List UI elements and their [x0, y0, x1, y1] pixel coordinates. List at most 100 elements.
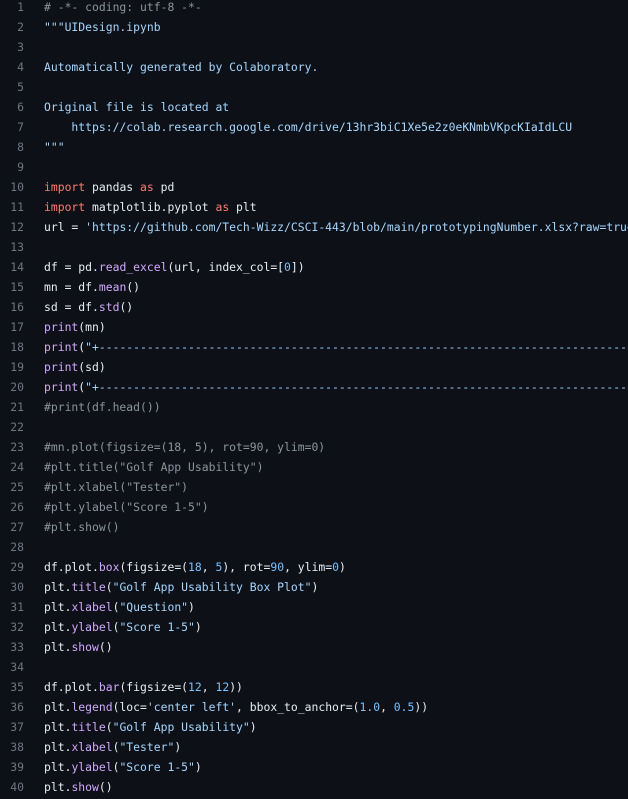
code-content: plt.title("Golf App Usability")	[24, 717, 257, 737]
code-line: 40 plt.show()	[0, 777, 628, 797]
line-number: 35	[10, 680, 24, 694]
code-token: title	[71, 580, 106, 594]
code-token: Automatically generated by Colaboratory.	[44, 60, 319, 74]
code-token: print	[44, 360, 79, 374]
code-token: print	[44, 320, 79, 334]
code-line: 23 #mn.plot(figsize=(18, 5), rot=90, ylim…	[0, 437, 628, 457]
code-token: xlabel	[71, 740, 113, 754]
code-token: show	[71, 640, 99, 654]
code-line: 24 #plt.title("Golf App Usability")	[0, 457, 628, 477]
code-content: print("+--------------------------------…	[24, 377, 628, 397]
code-token: (url, index_col=[	[167, 260, 285, 274]
code-line: 3	[0, 37, 628, 57]
code-content	[24, 157, 44, 177]
code-line: 22	[0, 417, 628, 437]
code-token: 90	[270, 560, 285, 574]
code-token: mean	[98, 280, 127, 294]
code-token: sd = df.	[44, 300, 99, 314]
code-line: 13	[0, 237, 628, 257]
code-token: (sd)	[78, 360, 106, 374]
code-line: 39 plt.ylabel("Score 1-5")	[0, 757, 628, 777]
code-token: (mn)	[78, 320, 106, 334]
code-token: plt.	[44, 580, 72, 594]
code-line: 33 plt.show()	[0, 637, 628, 657]
code-content: plt.xlabel("Tester")	[24, 737, 181, 757]
line-number: 9	[17, 160, 24, 174]
code-token: )	[174, 740, 182, 754]
code-line: 7 https://colab.research.google.com/driv…	[0, 117, 628, 137]
code-content	[24, 37, 44, 57]
line-number: 16	[10, 300, 24, 314]
code-content: plt.show()	[24, 777, 113, 797]
code-line: 36 plt.legend(loc='center left', bbox_to_…	[0, 697, 628, 717]
line-number: 25	[10, 480, 24, 494]
code-line: 34	[0, 657, 628, 677]
code-token: (	[105, 720, 113, 734]
code-token: "Question"	[119, 600, 189, 614]
code-token: plt	[229, 200, 257, 214]
code-content: sd = df.std()	[24, 297, 133, 317]
code-content	[24, 237, 44, 257]
code-line: 15 mn = df.mean()	[0, 277, 628, 297]
code-token: #plt.title("Golf App Usability")	[44, 460, 264, 474]
code-token: 0	[332, 560, 339, 574]
code-token: Original file is located at	[44, 100, 230, 114]
code-line: 16 sd = df.std()	[0, 297, 628, 317]
code-token: title	[71, 720, 106, 734]
code-line: 29 df.plot.box(figsize=(18, 5), rot=90, y…	[0, 557, 628, 577]
code-token: plt.	[44, 740, 72, 754]
code-token: ))	[414, 700, 429, 714]
code-token: 12	[215, 680, 230, 694]
line-number: 33	[10, 640, 24, 654]
code-token: """	[44, 140, 65, 154]
code-content: url = 'https://github.com/Tech-Wizz/CSCI…	[24, 217, 628, 237]
code-content: #mn.plot(figsize=(18, 5), rot=90, ylim=0…	[24, 437, 325, 457]
code-token: 'https://github.com/Tech-Wizz/CSCI-443/b…	[85, 220, 628, 234]
code-token: ()	[98, 780, 113, 794]
code-token: #plt.xlabel("Tester")	[44, 480, 189, 494]
code-content	[24, 77, 44, 97]
line-number: 39	[10, 760, 24, 774]
code-content: https://colab.research.google.com/drive/…	[24, 117, 572, 137]
code-content: df.plot.box(figsize=(18, 5), rot=90, yli…	[24, 557, 346, 577]
code-content	[24, 657, 44, 677]
line-number: 4	[17, 60, 24, 74]
code-content: """	[24, 137, 65, 157]
code-content: #plt.ylabel("Score 1-5")	[24, 497, 209, 517]
code-line: 9	[0, 157, 628, 177]
code-token: plt.	[44, 620, 72, 634]
code-token: ylabel	[71, 760, 113, 774]
code-line: 4 Automatically generated by Colaboratory…	[0, 57, 628, 77]
code-token: )	[194, 620, 202, 634]
code-line: 10 import pandas as pd	[0, 177, 628, 197]
code-token: show	[71, 780, 99, 794]
line-number: 18	[10, 340, 24, 354]
code-token: (figsize=(	[119, 560, 189, 574]
code-content: #plt.show()	[24, 517, 119, 537]
code-token: , ylim=	[284, 560, 333, 574]
code-line: 25 #plt.xlabel("Tester")	[0, 477, 628, 497]
code-content: #print(df.head())	[24, 397, 161, 417]
code-content	[24, 417, 44, 437]
code-token: 1.0	[359, 700, 381, 714]
code-line: 26 #plt.ylabel("Score 1-5")	[0, 497, 628, 517]
code-line: 37 plt.title("Golf App Usability")	[0, 717, 628, 737]
code-content: """UIDesign.ipynb	[24, 17, 161, 37]
code-token: "Tester"	[119, 740, 175, 754]
code-token: box	[98, 560, 120, 574]
code-token: 'center left'	[146, 700, 237, 714]
code-token: "Score 1-5"	[119, 620, 195, 634]
line-number: 11	[10, 200, 24, 214]
code-content: plt.xlabel("Question")	[24, 597, 195, 617]
line-number: 1	[17, 0, 24, 14]
line-number: 12	[10, 220, 24, 234]
code-token: #mn.plot(figsize=(18, 5), rot=90, ylim=0…	[44, 440, 326, 454]
line-number: 15	[10, 280, 24, 294]
code-token: #print(df.head())	[44, 400, 161, 414]
line-number: 21	[10, 400, 24, 414]
code-token: url =	[44, 220, 86, 234]
line-number: 26	[10, 500, 24, 514]
code-line: 32 plt.ylabel("Score 1-5")	[0, 617, 628, 637]
code-token: """UIDesign.ipynb	[44, 20, 161, 34]
code-token: df = pd.	[44, 260, 99, 274]
